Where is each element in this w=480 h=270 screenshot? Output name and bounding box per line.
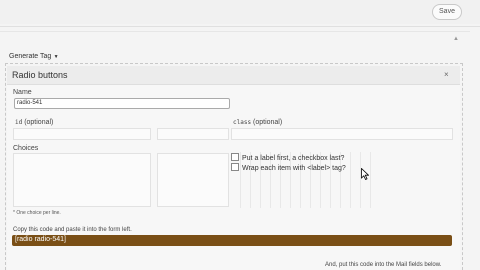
label-first-checkbox[interactable] xyxy=(231,153,239,161)
class-optional: (optional) xyxy=(253,119,283,126)
wrap-label-option[interactable]: Wrap each item with <label> tag? xyxy=(231,163,346,172)
caret-down-icon: ▼ xyxy=(52,54,59,60)
choices-label: Choices xyxy=(13,145,39,152)
collapse-arrow-icon[interactable]: ▲ xyxy=(453,36,459,42)
divider xyxy=(0,31,470,32)
dashed-border xyxy=(5,63,6,270)
generate-tag-dropdown[interactable]: Generate Tag ▼ xyxy=(9,53,59,60)
name-label: Name xyxy=(13,89,32,96)
top-toolbar: Save xyxy=(0,0,480,24)
close-icon[interactable]: × xyxy=(444,70,449,79)
save-button[interactable]: Save xyxy=(432,4,462,20)
copy-instruction: Copy this code and paste it into the for… xyxy=(13,227,132,233)
divider xyxy=(0,26,480,27)
dashed-border xyxy=(462,63,463,270)
id-field-extension xyxy=(157,128,229,140)
id-optional: (optional) xyxy=(24,119,54,126)
generate-tag-label: Generate Tag xyxy=(9,53,52,60)
panel-header: Radio buttons × xyxy=(7,66,460,85)
wrap-label-text: Wrap each item with <label> tag? xyxy=(242,164,346,172)
id-label: id (optional) xyxy=(15,119,53,126)
class-attr-name: class xyxy=(233,119,252,126)
id-field[interactable] xyxy=(13,128,151,140)
panel-title: Radio buttons xyxy=(12,70,68,80)
mouse-pointer-icon xyxy=(361,167,370,185)
choices-textarea-extension xyxy=(157,153,229,207)
label-first-text: Put a label first, a checkbox last? xyxy=(242,154,345,162)
class-field[interactable] xyxy=(231,128,453,140)
class-label: class (optional) xyxy=(233,119,282,126)
id-attr-name: id xyxy=(15,119,23,126)
choices-textarea[interactable] xyxy=(13,153,151,207)
generated-code-field[interactable]: [radio radio-541] xyxy=(12,235,452,246)
dashed-border xyxy=(5,63,463,64)
wrap-label-checkbox[interactable] xyxy=(231,163,239,171)
mail-instruction: And, put this code into the Mail fields … xyxy=(325,262,442,268)
choices-hint: * One choice per line. xyxy=(13,210,61,216)
label-first-option[interactable]: Put a label first, a checkbox last? xyxy=(231,153,345,162)
generated-code: [radio radio-541] xyxy=(15,236,66,243)
name-input[interactable]: radio-541 xyxy=(14,98,230,109)
radio-buttons-panel: Radio buttons × Name radio-541 id (optio… xyxy=(7,66,460,270)
